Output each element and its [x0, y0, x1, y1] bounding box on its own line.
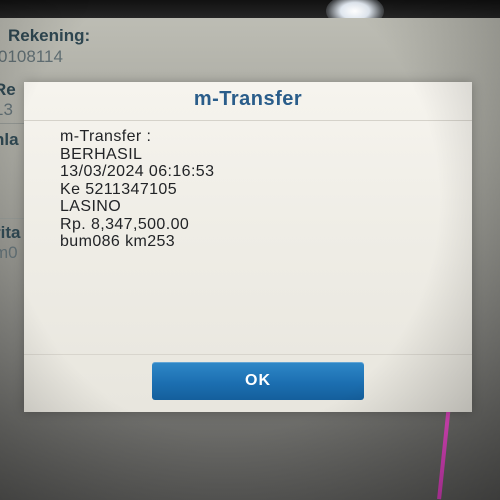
bg-label-partial-2: nla: [0, 130, 19, 149]
dialog-title: m-Transfer: [193, 88, 303, 110]
button-divider: [24, 354, 472, 355]
message-line-recipient: LASINO: [60, 198, 122, 215]
message-line-header: m-Transfer :: [60, 128, 152, 145]
title-divider: [24, 120, 472, 121]
bg-label-partial-1: Re: [0, 80, 16, 99]
message-line-amount: Rp. 8,347,500.00: [60, 215, 190, 233]
dialog-message: m-Transfer : BERHASIL 13/03/2024 06:16:5…: [60, 128, 214, 251]
photo-frame: Rekening: 0108114 Re 13 nla rita m0 m-Tr…: [0, 0, 500, 500]
bg-value-account: 0108114: [0, 47, 63, 66]
transfer-result-dialog: m-Transfer m-Transfer : BERHASIL 13/03/2…: [24, 82, 472, 412]
bg-label-partial-3: rita: [0, 223, 21, 242]
ok-button[interactable]: OK: [152, 362, 364, 400]
bg-label-rekening: Rekening:: [8, 26, 91, 45]
message-line-datetime: 13/03/2024 06:16:53: [60, 163, 215, 180]
ok-button-label: OK: [245, 372, 271, 389]
message-line-destination: Ke 5211347105: [60, 180, 178, 198]
message-line-note: bum086 km253: [60, 233, 176, 250]
bg-value-partial-1: 13: [0, 100, 13, 119]
bg-value-partial-3: m0: [0, 243, 18, 262]
message-line-status: BERHASIL: [60, 145, 143, 163]
